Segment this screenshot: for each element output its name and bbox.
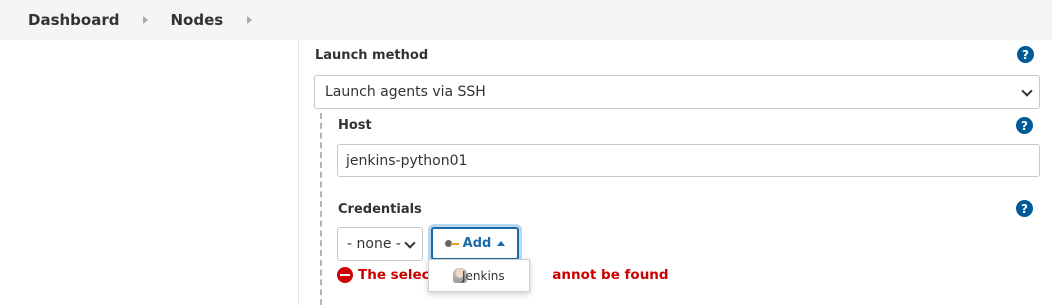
error-icon — [337, 267, 353, 283]
breadcrumb: Dashboard Nodes — [0, 0, 1052, 40]
side-panel — [0, 40, 299, 305]
chevron-down-icon — [404, 237, 416, 249]
launch-method-value: Launch agents via SSH — [325, 84, 486, 100]
chevron-right-icon[interactable] — [247, 16, 253, 24]
credentials-label: Credentials — [338, 202, 422, 217]
credentials-select[interactable]: - none - — [337, 227, 423, 261]
chevron-down-icon — [1021, 85, 1033, 97]
caret-up-icon — [497, 241, 506, 246]
breadcrumb-dashboard[interactable]: Dashboard — [28, 11, 119, 29]
chevron-right-icon[interactable] — [143, 16, 149, 24]
nested-section-divider — [320, 113, 322, 305]
key-icon — [444, 239, 459, 248]
breadcrumb-nodes[interactable]: Nodes — [170, 11, 223, 29]
host-label: Host — [338, 118, 372, 133]
credentials-value: - none - — [347, 236, 401, 252]
launch-method-select[interactable]: Launch agents via SSH — [314, 75, 1040, 109]
help-icon[interactable]: ? — [1017, 46, 1034, 63]
error-text-end: annot be found — [552, 267, 669, 283]
add-credentials-button[interactable]: Add — [431, 227, 519, 260]
dropdown-item-jenkins[interactable]: Jenkins — [462, 269, 505, 283]
add-button-label: Add — [462, 236, 492, 251]
host-value: jenkins-python01 — [346, 152, 468, 169]
help-icon[interactable]: ? — [1016, 117, 1033, 134]
host-input[interactable]: jenkins-python01 — [337, 144, 1040, 177]
help-icon[interactable]: ? — [1016, 200, 1033, 217]
launch-method-label: Launch method — [315, 48, 429, 63]
add-credentials-dropdown: Jenkins — [428, 259, 530, 292]
